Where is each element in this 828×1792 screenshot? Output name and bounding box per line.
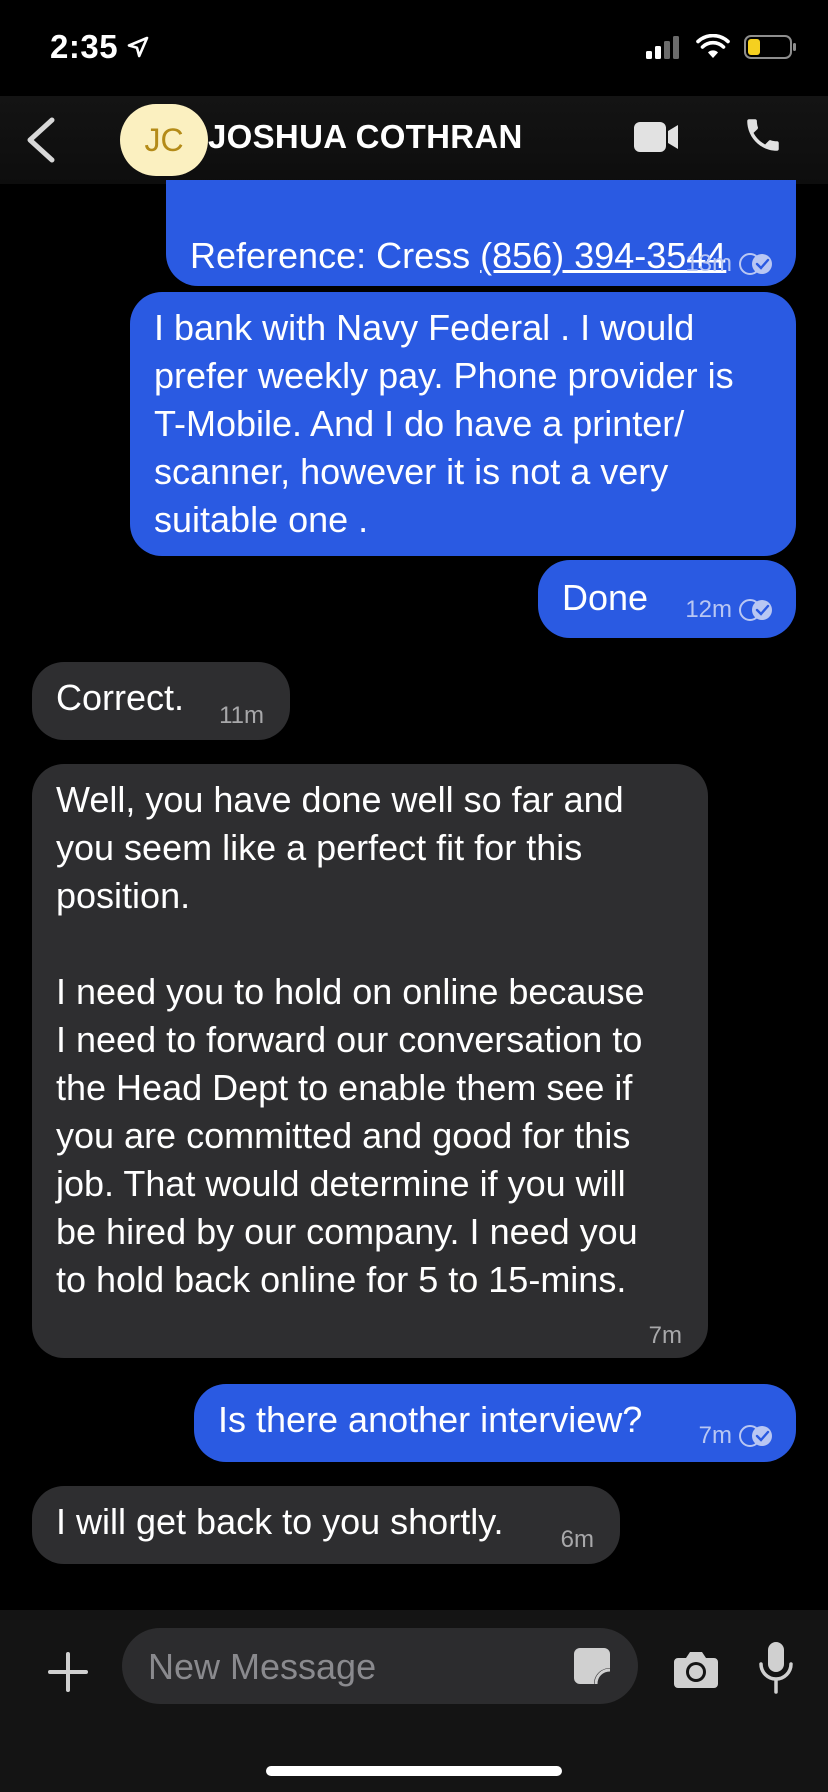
message-timestamp: 11m <box>219 702 264 729</box>
time-label: 2:35 <box>50 28 119 65</box>
read-receipt-icon <box>739 253 772 275</box>
message-bubble-outgoing[interactable]: I bank with Navy Federal . I would prefe… <box>130 292 796 556</box>
message-composer <box>0 1610 828 1792</box>
microphone-icon <box>759 1642 793 1694</box>
voice-call-button[interactable] <box>742 114 784 156</box>
message-bubble-incoming[interactable]: Well, you have done well so far and you … <box>32 764 708 1358</box>
read-receipt-icon <box>739 599 772 621</box>
camera-button[interactable] <box>672 1648 720 1690</box>
message-bubble-outgoing[interactable]: Reference: Cress (856) 394-3544 13m <box>166 180 796 286</box>
message-text-prefix: Reference: Cress <box>190 235 481 276</box>
chevron-left-icon <box>27 117 55 163</box>
message-meta: 7m <box>649 1312 682 1360</box>
conversation-header: JC JOSHUA COTHRAN <box>0 96 828 184</box>
message-bubble-incoming[interactable]: I will get back to you shortly. 6m <box>32 1486 620 1564</box>
message-meta: 13m <box>685 240 774 288</box>
message-bubble-incoming[interactable]: Correct. 11m <box>32 662 290 740</box>
video-camera-icon <box>634 122 678 152</box>
battery-icon <box>744 35 796 59</box>
message-text: Well, you have done well so far and you … <box>56 779 645 1300</box>
cellular-signal-icon <box>646 36 679 59</box>
home-indicator[interactable] <box>266 1766 562 1776</box>
location-arrow-icon <box>127 36 149 58</box>
message-meta: 6m <box>561 1516 594 1564</box>
message-bubble-outgoing[interactable]: Is there another interview? 7m <box>194 1384 796 1462</box>
plus-icon <box>48 1652 88 1692</box>
wifi-icon <box>696 34 730 58</box>
message-input-container <box>122 1628 638 1706</box>
camera-icon <box>674 1652 718 1688</box>
sticker-icon <box>574 1648 611 1685</box>
status-time: 2:35 <box>50 28 150 66</box>
sticker-button[interactable] <box>572 1646 612 1686</box>
message-timestamp: 6m <box>560 1526 594 1553</box>
message-text: I will get back to you shortly. <box>56 1501 504 1542</box>
status-icons <box>646 34 798 60</box>
message-meta: 12m <box>685 586 774 634</box>
voice-message-button[interactable] <box>756 1640 796 1696</box>
back-button[interactable] <box>22 112 62 168</box>
message-text: Done <box>562 577 649 618</box>
video-call-button[interactable] <box>632 118 682 156</box>
message-text: Correct. <box>56 677 185 718</box>
message-timestamp: 13m <box>685 250 732 277</box>
message-text: Is there another interview? <box>218 1399 643 1440</box>
phone-icon <box>747 119 779 151</box>
message-timestamp: 7m <box>698 1422 732 1449</box>
message-bubble-outgoing[interactable]: Done 12m <box>538 560 796 638</box>
contact-name[interactable]: JOSHUA COTHRAN <box>208 118 523 156</box>
message-text: Reference: Cress (856) 394-3544 <box>190 184 726 280</box>
read-receipt-icon <box>739 1425 772 1447</box>
add-attachment-button[interactable] <box>44 1648 92 1696</box>
avatar[interactable]: JC <box>120 104 208 176</box>
status-bar: 2:35 <box>0 0 828 100</box>
message-timestamp: 7m <box>648 1322 682 1349</box>
message-meta: 11m <box>219 692 264 740</box>
message-timestamp: 12m <box>685 596 732 623</box>
message-meta: 7m <box>699 1412 774 1460</box>
message-input[interactable] <box>146 1628 570 1706</box>
message-text: I bank with Navy Federal . I would prefe… <box>154 307 734 540</box>
avatar-initials: JC <box>144 121 184 158</box>
